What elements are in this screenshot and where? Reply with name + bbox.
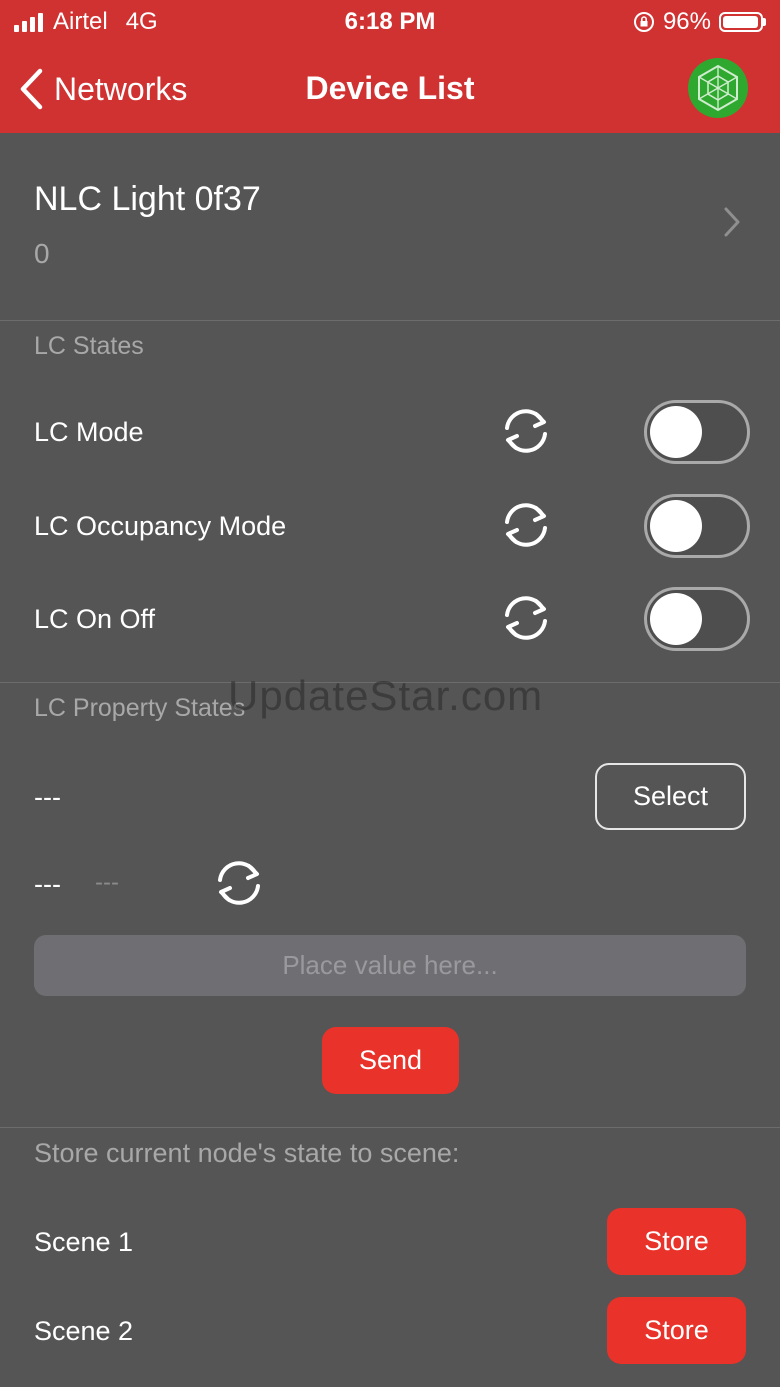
lc-occupancy-mode-toggle[interactable] [644,494,750,558]
send-button[interactable]: Send [322,1027,459,1094]
lc-on-off-toggle[interactable] [644,587,750,651]
orientation-lock-icon [633,12,654,32]
refresh-lc-on-off-icon[interactable] [499,591,553,645]
watermark: UpdateStar.com [228,672,544,719]
device-row[interactable]: NLC Light 0f37 0 [0,134,780,321]
scene-2-label: Scene 2 [34,1316,134,1346]
scene-store-heading: Store current node's state to scene: [34,1138,460,1168]
battery-nub [763,18,766,26]
device-name: NLC Light 0f37 [34,180,261,218]
state-value: --- [34,869,61,899]
battery-percent: 96% [662,8,711,35]
lc-mode-toggle[interactable] [644,400,750,464]
lc-occupancy-mode-label: LC Occupancy Mode [34,511,287,541]
top-bar: Airtel 4G 6:18 PM 96% Networks Device Li… [0,0,780,133]
property-value: --- [34,782,61,812]
scene-1-label: Scene 1 [34,1227,134,1257]
value-input[interactable] [34,935,746,996]
lc-property-states-heading: LC Property States [34,694,246,722]
lc-on-off-label: LC On Off [34,604,156,634]
device-subtitle: 0 [34,238,50,269]
store-scene-2-button[interactable]: Store [607,1297,746,1364]
lc-states-heading: LC States [34,332,144,360]
refresh-property-icon[interactable] [212,856,266,910]
page-title: Device List [305,70,475,106]
store-scene-1-button[interactable]: Store [607,1208,746,1275]
status-bar: Airtel 4G 6:18 PM 96% [0,0,780,44]
select-button[interactable]: Select [595,763,746,830]
battery-icon [719,12,763,32]
divider [0,1127,780,1128]
navigation-bar: Networks Device List [0,50,780,130]
chevron-right-icon [724,207,740,237]
refresh-lc-occupancy-icon[interactable] [499,498,553,552]
state-unit: --- [95,869,119,896]
status-right: 96% [633,8,766,36]
refresh-lc-mode-icon[interactable] [499,404,553,458]
app-logo-icon[interactable] [688,58,748,118]
lc-mode-label: LC Mode [34,417,144,447]
